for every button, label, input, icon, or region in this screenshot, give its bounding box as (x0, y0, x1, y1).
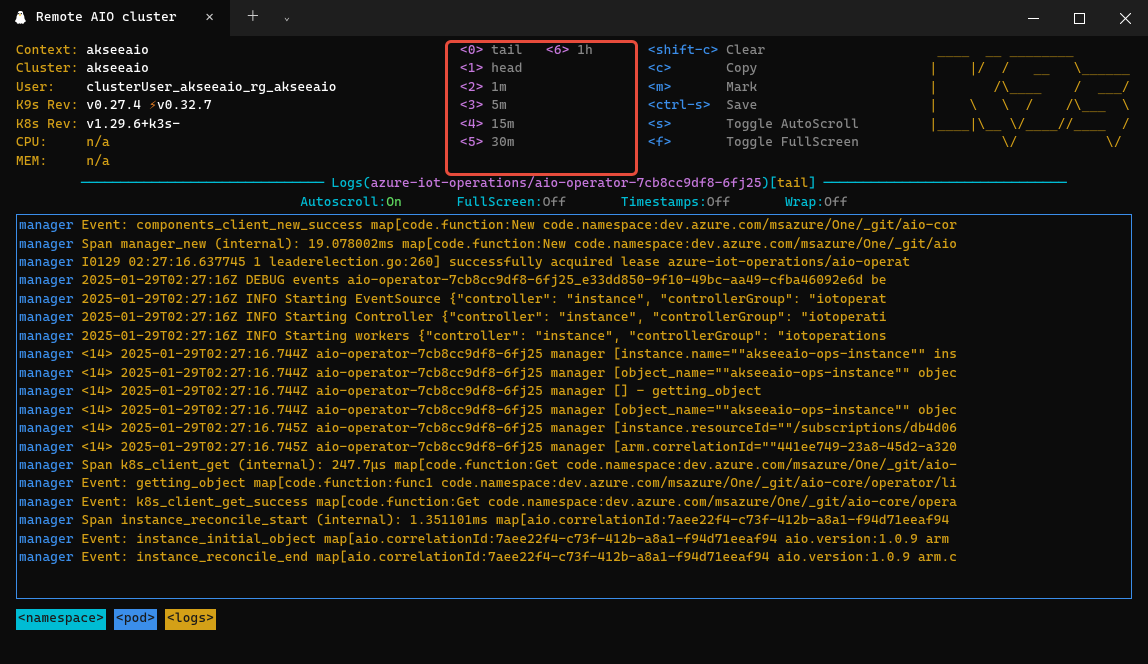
log-line: manager 2025-01-29T02:27:16Z INFO Starti… (19, 291, 1129, 309)
log-line: manager Event: instance_initial_object m… (19, 531, 1129, 549)
breadcrumbs: <namespace> <pod> <logs> (16, 609, 1132, 629)
status-row: Autoscroll:On FullScreen:Off Timestamps:… (16, 194, 1132, 212)
context-info: Context: akseeaio Cluster: akseeaio User… (16, 42, 337, 171)
log-line: manager Span instance_reconcile_start (i… (19, 512, 1129, 530)
log-line: manager 2025-01-29T02:27:16Z DEBUG event… (19, 272, 1129, 290)
log-line: manager Span k8s_client_get (internal): … (19, 457, 1129, 475)
crumb-pod[interactable]: <pod> (114, 609, 157, 629)
time-shortcuts: <0> tail <6> 1h <1> head <2> 1m <3> 5m <… (460, 42, 593, 153)
log-line: manager Event: k8s_client_get_success ma… (19, 494, 1129, 512)
shortcut-clear[interactable]: <shift-c> (648, 43, 718, 58)
log-line: manager I0129 02:27:16.637745 1 leaderel… (19, 254, 1129, 272)
shortcut-0[interactable]: <0> (460, 43, 483, 58)
linux-icon (12, 10, 28, 26)
shortcut-1[interactable]: <1> (460, 61, 483, 76)
shortcut-save[interactable]: <ctrl-s> (648, 98, 711, 113)
shortcut-4[interactable]: <4> (460, 117, 483, 132)
tab-title: Remote AIO cluster (36, 9, 193, 27)
maximize-button[interactable] (1056, 0, 1102, 36)
terminal-content: Context: akseeaio Cluster: akseeaio User… (0, 36, 1148, 640)
log-line: manager <14> 2025-01-29T02:27:16.744Z ai… (19, 365, 1129, 383)
tab-close-button[interactable]: ✕ (201, 6, 218, 30)
bolt-icon: ⚡ (149, 98, 157, 113)
shortcut-5[interactable]: <5> (460, 135, 483, 150)
log-view[interactable]: manager Event: components_client_new_suc… (16, 214, 1132, 599)
log-line: manager <14> 2025-01-29T02:27:16.744Z ai… (19, 402, 1129, 420)
shortcut-3[interactable]: <3> (460, 98, 483, 113)
shortcut-fullscreen[interactable]: <f> (648, 135, 671, 150)
log-line: manager <14> 2025-01-29T02:27:16.744Z ai… (19, 383, 1129, 401)
log-line: manager <14> 2025-01-29T02:27:16.745Z ai… (19, 420, 1129, 438)
titlebar: Remote AIO cluster ✕ ＋ ⌄ (0, 0, 1148, 36)
logs-header: ─────────────────────────────── Logs(azu… (16, 175, 1132, 193)
crumb-namespace[interactable]: <namespace> (16, 609, 106, 629)
crumb-logs[interactable]: <logs> (165, 609, 216, 629)
log-line: manager 2025-01-29T02:27:16Z INFO Starti… (19, 328, 1129, 346)
shortcut-copy[interactable]: <c> (648, 61, 671, 76)
log-line: manager Event: instance_reconcile_end ma… (19, 549, 1129, 567)
log-line: manager Event: components_client_new_suc… (19, 217, 1129, 235)
terminal-tab[interactable]: Remote AIO cluster ✕ (0, 0, 230, 36)
new-tab-button[interactable]: ＋ (238, 4, 268, 32)
shortcut-mark[interactable]: <m> (648, 80, 671, 95)
shortcut-autoscroll[interactable]: <s> (648, 117, 671, 132)
log-line: manager <14> 2025-01-29T02:27:16.745Z ai… (19, 439, 1129, 457)
k9s-logo-ascii: ____ __ ________ | |/ / __ \______ | /\_… (929, 42, 1130, 153)
shortcut-2[interactable]: <2> (460, 80, 483, 95)
log-line: manager Span manager_new (internal): 19.… (19, 236, 1129, 254)
action-shortcuts: <shift-c> Clear <c> Copy <m> Mark <ctrl-… (648, 42, 859, 153)
tab-dropdown-button[interactable]: ⌄ (272, 4, 302, 32)
close-window-button[interactable] (1102, 0, 1148, 36)
minimize-button[interactable] (1010, 0, 1056, 36)
log-line: manager 2025-01-29T02:27:16Z INFO Starti… (19, 309, 1129, 327)
log-line: manager Event: getting_object map[code.f… (19, 475, 1129, 493)
log-line: manager <14> 2025-01-29T02:27:16.744Z ai… (19, 346, 1129, 364)
shortcut-6[interactable]: <6> (546, 43, 569, 58)
